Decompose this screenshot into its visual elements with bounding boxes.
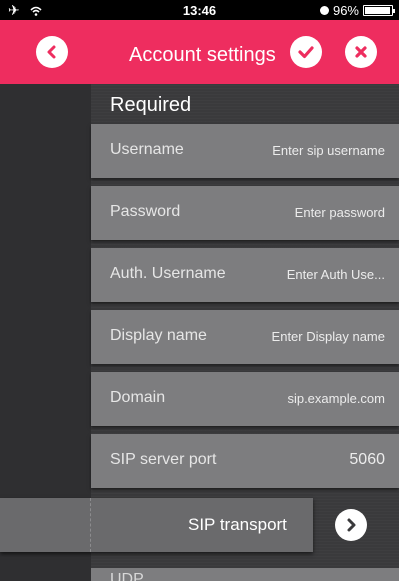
password-field[interactable]: Password Enter password bbox=[91, 186, 399, 240]
sip-transport-button[interactable]: SIP transport bbox=[0, 498, 313, 552]
transport-option-label: UDP bbox=[110, 571, 144, 581]
username-input[interactable]: Enter sip username bbox=[272, 143, 385, 158]
sip-server-port-field[interactable]: SIP server port 5060 bbox=[91, 434, 399, 488]
section-title-required: Required bbox=[110, 94, 192, 116]
back-button[interactable] bbox=[36, 36, 68, 68]
navigation-bar: Account settings bbox=[0, 20, 399, 84]
sip-transport-option-udp[interactable]: UDP bbox=[91, 568, 399, 581]
close-icon bbox=[355, 46, 367, 58]
domain-input[interactable]: sip.example.com bbox=[287, 391, 385, 406]
sip-transport-expand-button[interactable] bbox=[335, 509, 367, 541]
auth-username-field[interactable]: Auth. Username Enter Auth Use... bbox=[91, 248, 399, 302]
display-name-input[interactable]: Enter Display name bbox=[272, 329, 385, 344]
battery-percent: 96% bbox=[332, 3, 359, 18]
sip-transport-label: SIP transport bbox=[188, 515, 287, 534]
status-bar: ✈ 13:46 96% bbox=[0, 0, 399, 20]
password-input[interactable]: Enter password bbox=[295, 205, 385, 220]
page-title: Account settings bbox=[129, 44, 276, 66]
sip-server-port-input[interactable]: 5060 bbox=[349, 451, 385, 469]
cancel-button[interactable] bbox=[345, 36, 377, 68]
display-name-field[interactable]: Display name Enter Display name bbox=[91, 310, 399, 364]
domain-field[interactable]: Domain sip.example.com bbox=[91, 372, 399, 426]
field-label: SIP server port bbox=[110, 451, 217, 468]
field-label: Domain bbox=[110, 389, 166, 406]
divider bbox=[90, 498, 91, 552]
field-label: Display name bbox=[110, 327, 207, 344]
field-label: Auth. Username bbox=[110, 265, 226, 282]
settings-content[interactable]: Required Username Enter sip username Pas… bbox=[0, 84, 399, 581]
chevron-left-icon bbox=[47, 45, 56, 59]
username-field[interactable]: Username Enter sip username bbox=[91, 124, 399, 178]
checkmark-icon bbox=[298, 46, 314, 59]
chevron-right-icon bbox=[347, 518, 356, 532]
field-label: Username bbox=[110, 141, 184, 158]
save-button[interactable] bbox=[290, 36, 322, 68]
status-icons-right: 96% bbox=[319, 3, 395, 18]
field-label: Password bbox=[110, 203, 181, 220]
sip-transport-row[interactable]: SIP transport bbox=[0, 498, 399, 552]
auth-username-input[interactable]: Enter Auth Use... bbox=[287, 267, 385, 282]
alarm-icon bbox=[319, 6, 329, 15]
battery-icon bbox=[363, 5, 395, 16]
